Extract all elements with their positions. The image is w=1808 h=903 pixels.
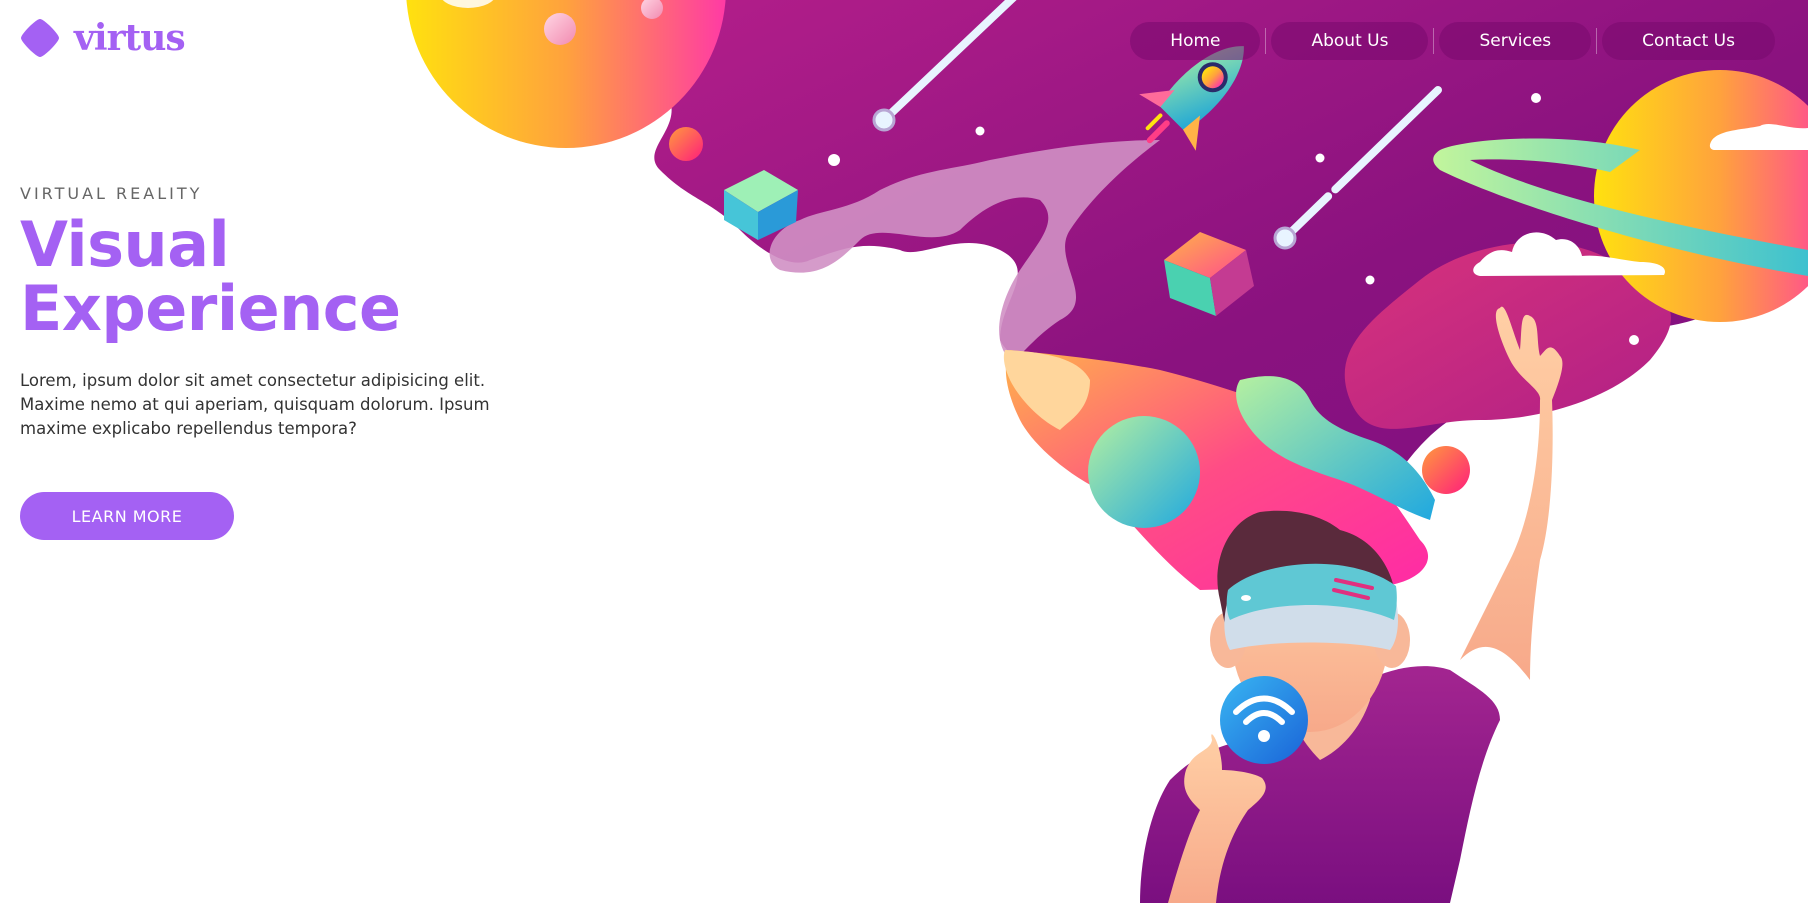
- hero-title-line-1: Visual: [20, 208, 230, 281]
- nav-item-about-us[interactable]: About Us: [1271, 22, 1429, 60]
- brand-name: virtus: [74, 17, 186, 59]
- small-orb: [1422, 446, 1470, 494]
- learn-more-button[interactable]: LEARN MORE: [20, 492, 234, 540]
- nav-divider: [1433, 28, 1435, 54]
- wifi-icon: [1220, 676, 1308, 764]
- hero-title-line-2: Experience: [20, 272, 401, 345]
- small-orb: [669, 127, 703, 161]
- nav-divider: [1265, 28, 1267, 54]
- brand-logo[interactable]: virtus: [20, 17, 186, 59]
- hero-illustration: [406, 0, 1808, 903]
- nav-item-home[interactable]: Home: [1130, 22, 1261, 60]
- hero-title: Visual Experience: [20, 213, 580, 341]
- nav-item-contact-us[interactable]: Contact Us: [1602, 22, 1775, 60]
- top-nav: Home About Us Services Contact Us: [1130, 22, 1775, 60]
- planet-icon: [1088, 416, 1200, 528]
- diamond-logo-icon: [21, 19, 59, 57]
- hero-eyebrow: VIRTUAL REALITY: [20, 184, 203, 203]
- hero-section: VIRTUAL REALITY Visual Experience Lorem,…: [20, 184, 580, 540]
- vr-headset: [1224, 563, 1398, 650]
- hero-description: Lorem, ipsum dolor sit amet consectetur …: [20, 371, 490, 438]
- nav-divider: [1596, 28, 1598, 54]
- nav-item-services[interactable]: Services: [1439, 22, 1592, 60]
